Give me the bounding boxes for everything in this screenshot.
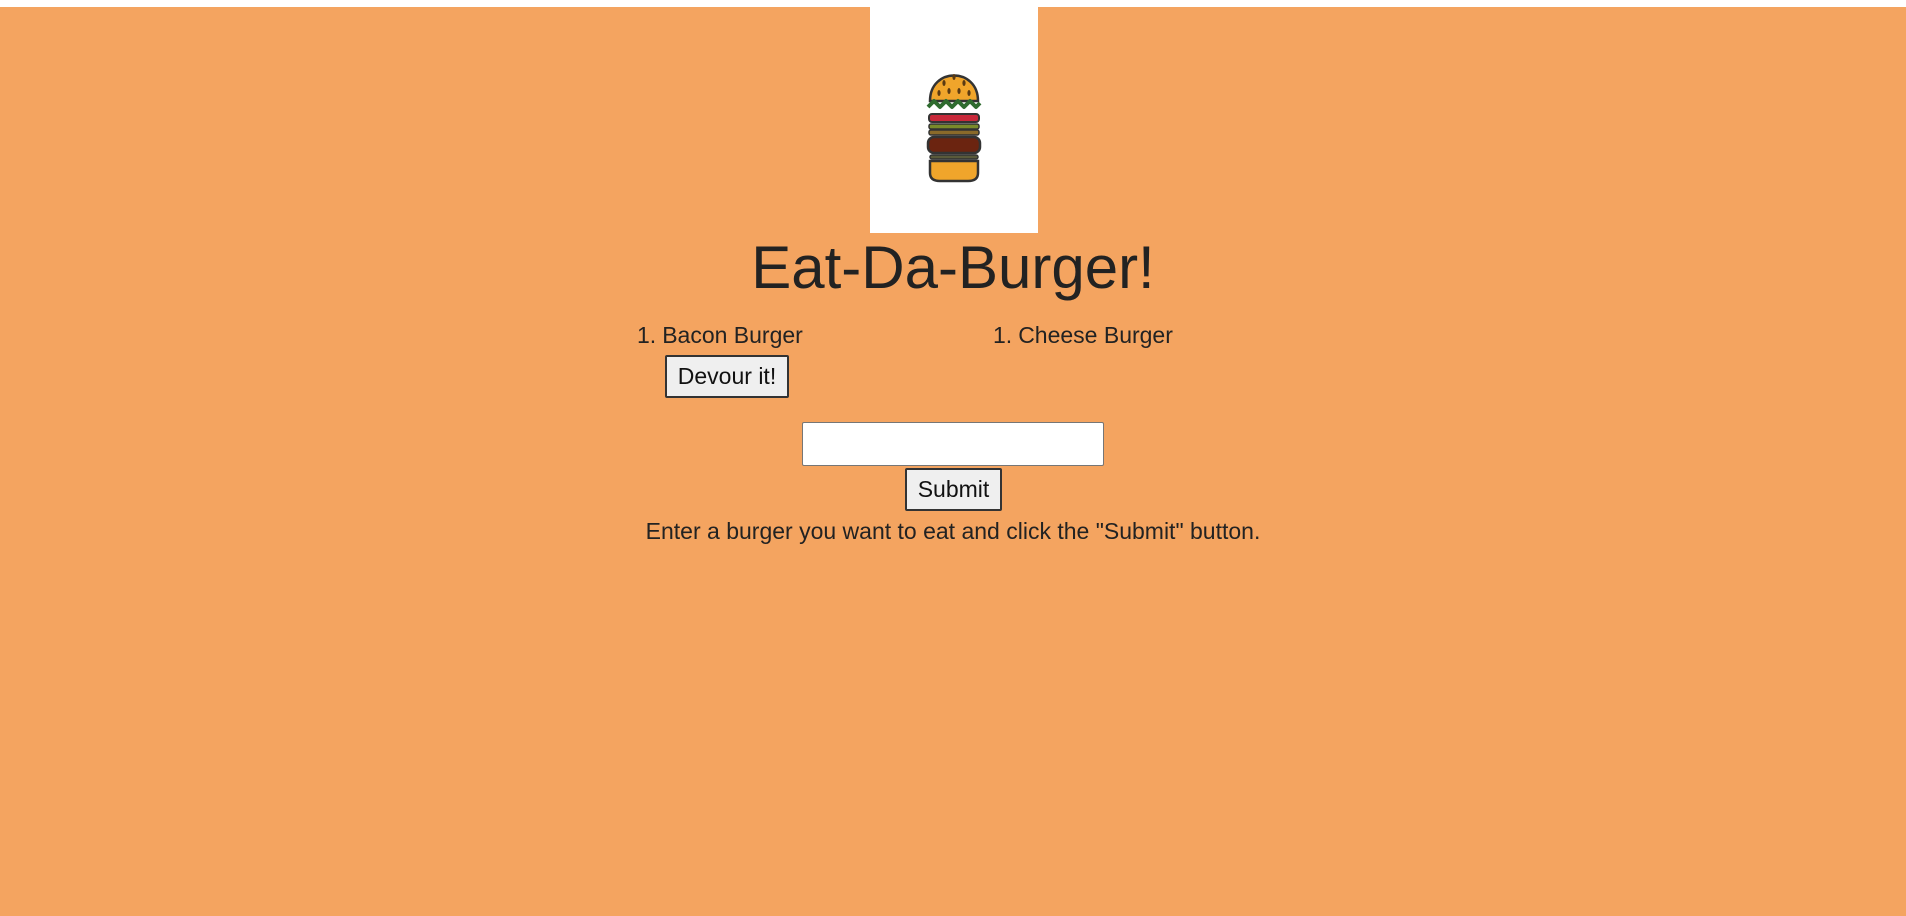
list-item-number: 1. [637,322,657,348]
burger-name: Cheese Burger [1018,322,1173,348]
submit-button[interactable]: Submit [905,468,1002,511]
hamburger-icon [926,74,982,183]
burger-name: Bacon Burger [662,322,803,348]
list-item: 1. Cheese Burger [993,321,1173,349]
instructions-text: Enter a burger you want to eat and click… [645,518,1261,544]
page-title: Eat-Da-Burger! [751,234,1155,301]
devoured-burger-list: 1. Cheese Burger [993,321,1173,349]
logo [870,7,1038,233]
devour-button[interactable]: Devour it! [665,355,789,398]
top-bar [0,0,1906,7]
list-item-number: 1. [993,322,1013,348]
uneaten-burger-list: 1. Bacon Burger [637,321,803,349]
burger-name-input[interactable] [802,422,1104,466]
list-item: 1. Bacon Burger [637,321,803,349]
